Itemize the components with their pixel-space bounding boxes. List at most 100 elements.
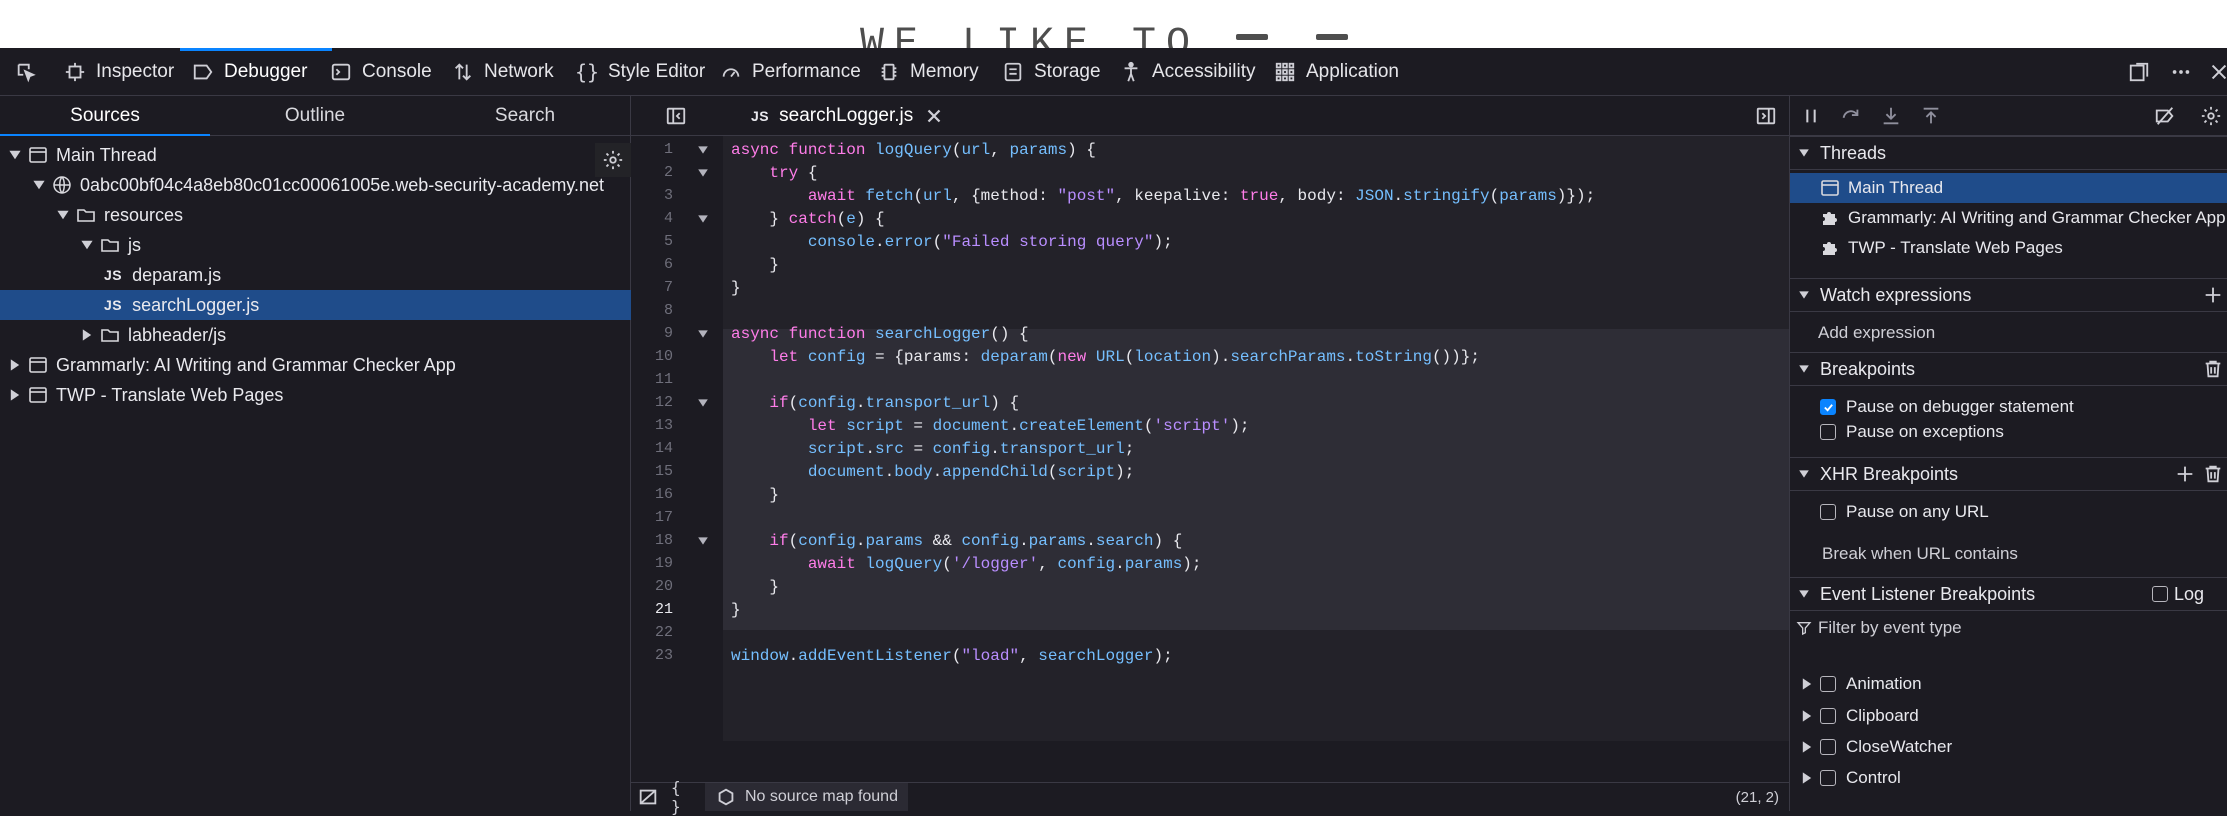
twisty-closed-icon[interactable] bbox=[1800, 740, 1814, 754]
plus-icon[interactable] bbox=[2174, 463, 2196, 485]
line-number[interactable]: 7 bbox=[631, 279, 673, 296]
line-number[interactable]: 20 bbox=[631, 578, 673, 595]
more-options-button[interactable] bbox=[2170, 48, 2192, 96]
line-number[interactable]: 13 bbox=[631, 417, 673, 434]
pretty-print-button[interactable]: { } bbox=[665, 778, 699, 816]
step-in-icon[interactable] bbox=[1880, 105, 1902, 127]
line-number[interactable]: 11 bbox=[631, 371, 673, 388]
trash-icon[interactable] bbox=[2202, 463, 2224, 485]
tree-item-labheader[interactable]: labheader/js bbox=[0, 320, 710, 350]
tab-debugger[interactable]: Debugger bbox=[180, 48, 332, 96]
twisty-closed-icon[interactable] bbox=[8, 358, 22, 372]
fold-arrow-icon[interactable] bbox=[697, 328, 709, 340]
checkbox[interactable] bbox=[1820, 504, 1836, 520]
fold-arrow-icon[interactable] bbox=[697, 535, 709, 547]
twisty-open-icon[interactable] bbox=[80, 238, 94, 252]
checkbox[interactable] bbox=[1820, 739, 1836, 755]
tab-storage[interactable]: Storage bbox=[990, 48, 1113, 96]
tab-network[interactable]: Network bbox=[440, 48, 566, 96]
close-tab-icon[interactable] bbox=[923, 105, 945, 127]
line-number[interactable]: 8 bbox=[631, 302, 673, 319]
xhr-breakpoints-header[interactable]: XHR Breakpoints bbox=[1790, 457, 2227, 491]
tab-performance[interactable]: Performance bbox=[708, 48, 873, 96]
step-out-icon[interactable] bbox=[1920, 105, 1942, 127]
thread-twp[interactable]: TWP - Translate Web Pages bbox=[1790, 233, 2227, 263]
line-number[interactable]: 18 bbox=[631, 532, 673, 549]
tab-console[interactable]: Console bbox=[318, 48, 444, 96]
trash-icon[interactable] bbox=[2202, 358, 2224, 380]
twisty-closed-icon[interactable] bbox=[80, 328, 94, 342]
tree-item-grammarly[interactable]: Grammarly: AI Writing and Grammar Checke… bbox=[0, 350, 638, 380]
breakpoints-header[interactable]: Breakpoints bbox=[1790, 352, 2227, 386]
line-number[interactable]: 1 bbox=[631, 141, 673, 158]
thread-main[interactable]: Main Thread bbox=[1790, 173, 2227, 203]
checkbox[interactable] bbox=[1820, 676, 1836, 692]
line-number[interactable]: 14 bbox=[631, 440, 673, 457]
line-number[interactable]: 23 bbox=[631, 647, 673, 664]
event-filter-input[interactable]: Filter by event type bbox=[1790, 613, 2227, 643]
line-number[interactable]: 19 bbox=[631, 555, 673, 572]
tab-application[interactable]: Application bbox=[1262, 48, 1411, 96]
toggle-sidebar-button[interactable] bbox=[1755, 105, 1777, 132]
watch-header[interactable]: Watch expressions bbox=[1790, 278, 2227, 312]
code-editor[interactable]: 1 async function logQuery(url, params) {… bbox=[631, 136, 1789, 741]
break-url-contains-input[interactable]: Break when URL contains bbox=[1790, 539, 2227, 569]
event-listener-breakpoints-header[interactable]: Event Listener Breakpoints Log bbox=[1790, 577, 2227, 611]
event-category-clipboard[interactable]: Clipboard bbox=[1790, 701, 2227, 731]
tree-item-searchlogger-js[interactable]: JS searchLogger.js bbox=[0, 290, 734, 320]
twisty-closed-icon[interactable] bbox=[1800, 709, 1814, 723]
fold-arrow-icon[interactable] bbox=[697, 397, 709, 409]
editor-tab-searchlogger[interactable]: JS searchLogger.js bbox=[735, 96, 961, 136]
tab-search[interactable]: Search bbox=[420, 96, 630, 135]
line-number[interactable]: 3 bbox=[631, 187, 673, 204]
line-number[interactable]: 10 bbox=[631, 348, 673, 365]
twisty-open-icon[interactable] bbox=[8, 148, 22, 162]
twisty-open-icon[interactable] bbox=[32, 178, 46, 192]
line-number[interactable]: 5 bbox=[631, 233, 673, 250]
blackbox-button[interactable] bbox=[631, 783, 665, 811]
plus-icon[interactable] bbox=[2202, 284, 2224, 306]
twisty-closed-icon[interactable] bbox=[8, 388, 22, 402]
log-checkbox[interactable] bbox=[2152, 586, 2168, 602]
event-category-animation[interactable]: Animation bbox=[1790, 669, 2227, 699]
line-number[interactable]: 16 bbox=[631, 486, 673, 503]
gear-icon[interactable] bbox=[2200, 105, 2222, 127]
event-category-control[interactable]: Control bbox=[1790, 763, 2227, 793]
line-number[interactable]: 4 bbox=[631, 210, 673, 227]
tree-item-js-folder[interactable]: js bbox=[0, 230, 710, 260]
deactivate-breakpoints-icon[interactable] bbox=[2154, 105, 2176, 127]
source-map-status[interactable]: No source map found bbox=[705, 783, 908, 811]
tab-sources[interactable]: Sources bbox=[0, 96, 210, 136]
fold-arrow-icon[interactable] bbox=[697, 213, 709, 225]
tree-item-deparam-js[interactable]: JS deparam.js bbox=[0, 260, 734, 290]
step-over-icon[interactable] bbox=[1840, 105, 1862, 127]
line-number[interactable]: 9 bbox=[631, 325, 673, 342]
tree-item-main-thread[interactable]: Main Thread bbox=[0, 140, 638, 170]
line-number[interactable]: 6 bbox=[631, 256, 673, 273]
checkbox[interactable] bbox=[1820, 424, 1836, 440]
tab-inspector[interactable]: Inspector bbox=[52, 48, 186, 96]
twisty-open-icon[interactable] bbox=[56, 208, 70, 222]
thread-grammarly[interactable]: Grammarly: AI Writing and Grammar Checke… bbox=[1790, 203, 2227, 233]
dock-side-button[interactable] bbox=[2128, 48, 2150, 96]
line-number[interactable]: 21 bbox=[631, 601, 673, 618]
toggle-sources-button[interactable] bbox=[665, 105, 687, 132]
close-devtools-button[interactable] bbox=[2208, 48, 2227, 96]
twisty-closed-icon[interactable] bbox=[1800, 677, 1814, 691]
event-category-closewatcher[interactable]: CloseWatcher bbox=[1790, 732, 2227, 762]
threads-header[interactable]: Threads bbox=[1790, 136, 2227, 170]
line-number[interactable]: 17 bbox=[631, 509, 673, 526]
checkbox[interactable] bbox=[1820, 708, 1836, 724]
line-number[interactable]: 2 bbox=[631, 164, 673, 181]
fold-arrow-icon[interactable] bbox=[697, 167, 709, 179]
line-number[interactable]: 15 bbox=[631, 463, 673, 480]
element-picker-button[interactable] bbox=[0, 48, 52, 96]
tree-item-domain[interactable]: 0abc00bf04c4a8eb80c01cc00061005e.web-sec… bbox=[0, 170, 662, 200]
fold-arrow-icon[interactable] bbox=[697, 144, 709, 156]
tree-item-twp[interactable]: TWP - Translate Web Pages bbox=[0, 380, 638, 410]
tab-memory[interactable]: Memory bbox=[866, 48, 991, 96]
checkbox[interactable] bbox=[1820, 770, 1836, 786]
add-expression-input[interactable]: Add expression bbox=[1790, 318, 2227, 348]
line-number[interactable]: 22 bbox=[631, 624, 673, 641]
pause-icon[interactable] bbox=[1800, 105, 1822, 127]
